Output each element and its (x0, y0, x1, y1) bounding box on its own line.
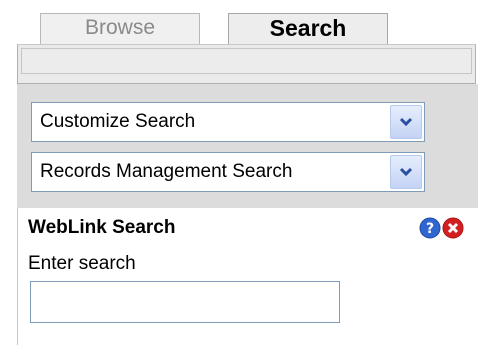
close-icon[interactable] (442, 217, 464, 239)
svg-text:?: ? (426, 221, 434, 237)
help-icon[interactable]: ? (419, 217, 441, 239)
records-management-value: Records Management Search (40, 161, 293, 182)
toolbar-inner (21, 48, 472, 74)
section-title: WebLink Search (28, 217, 176, 238)
search-panel: Customize Search Records Management Sear… (17, 44, 478, 345)
tab-browse[interactable]: Browse (40, 13, 200, 44)
chevron-down-icon (399, 117, 413, 127)
customize-search-value: Customize Search (40, 111, 196, 132)
records-management-dropdown[interactable]: Records Management Search (31, 152, 425, 192)
search-input-label: Enter search (28, 253, 136, 274)
tab-search[interactable]: Search (228, 13, 388, 44)
tab-bar: Browse Search (0, 0, 478, 44)
search-input[interactable] (30, 281, 340, 323)
customize-search-dropdown[interactable]: Customize Search (31, 102, 425, 142)
chevron-down-icon (399, 167, 413, 177)
dropdown-arrow-button[interactable] (390, 105, 422, 139)
weblink-search-section: WebLink Search ? Enter search (17, 208, 478, 345)
toolbar-band (17, 44, 476, 84)
dropdown-arrow-button[interactable] (390, 155, 422, 189)
